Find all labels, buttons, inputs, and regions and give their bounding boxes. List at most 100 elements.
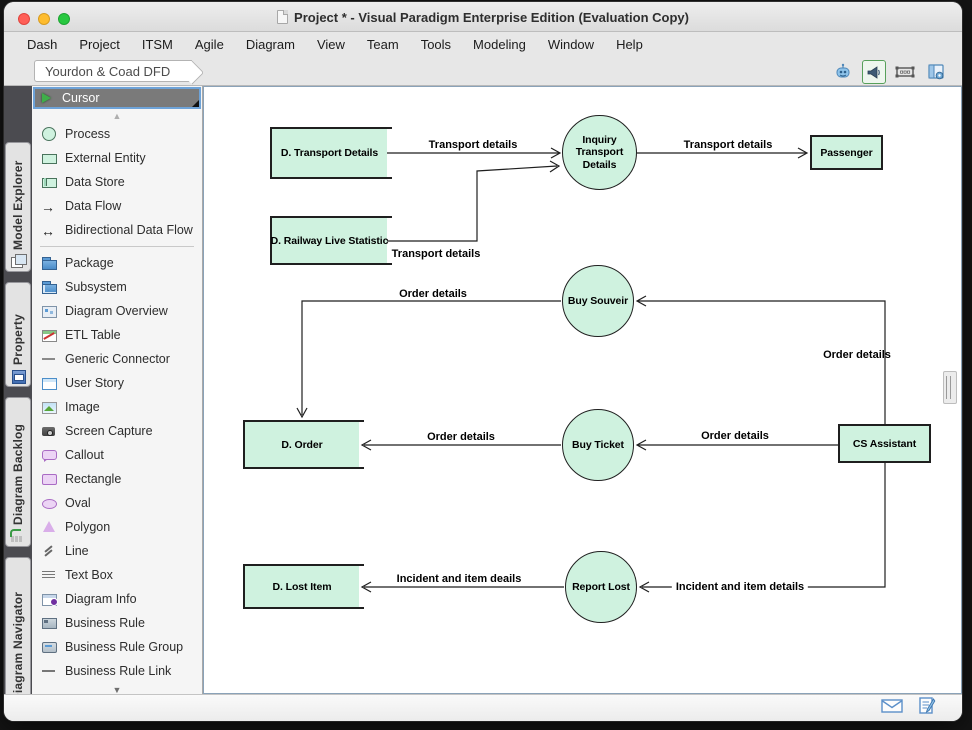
announcement-icon[interactable] <box>862 60 886 84</box>
menu-agile[interactable]: Agile <box>184 37 235 52</box>
palette-item-polygon[interactable]: Polygon <box>32 515 202 539</box>
menu-diagram[interactable]: Diagram <box>235 37 306 52</box>
palette-item-diagram-overview[interactable]: Diagram Overview <box>32 299 202 323</box>
side-tab-diagram-backlog[interactable]: Diagram Backlog <box>5 397 31 547</box>
palette-item-label: User Story <box>65 376 124 390</box>
flow-cs-to-buy-souveir[interactable] <box>638 301 885 424</box>
palette-item-label: Generic Connector <box>65 352 170 366</box>
flow-label-order-details-2[interactable]: Order details <box>823 349 891 361</box>
palette-item-subsystem[interactable]: Subsystem <box>32 275 202 299</box>
palette-item-label: Data Flow <box>65 199 121 213</box>
compose-icon[interactable] <box>918 696 936 721</box>
side-tab-property[interactable]: Property <box>5 282 31 387</box>
menu-project[interactable]: Project <box>68 37 130 52</box>
data-flow-icon <box>41 199 58 213</box>
palette-item-image[interactable]: Image <box>32 395 202 419</box>
palette-item-diagram-info[interactable]: Diagram Info <box>32 587 202 611</box>
flow-buy-souveir-to-order-store[interactable] <box>302 301 561 415</box>
flow-label-transport-details-1[interactable]: Transport details <box>429 139 518 151</box>
side-tab-model-explorer[interactable]: Model Explorer <box>5 142 31 272</box>
flow-label-order-details-1[interactable]: Order details <box>399 288 467 300</box>
data-store-order[interactable]: D. Order <box>243 420 359 469</box>
palette-item-label: Package <box>65 256 114 270</box>
palette-item-business-rule-link[interactable]: Business Rule Link <box>32 659 202 683</box>
palette-item-text-box[interactable]: Text Box <box>32 563 202 587</box>
flow-label-transport-details-3[interactable]: Transport details <box>684 139 773 151</box>
cursor-icon <box>41 92 54 104</box>
flow-label-order-details-3[interactable]: Order details <box>427 431 495 443</box>
palette-item-line[interactable]: Line <box>32 539 202 563</box>
palette-item-generic-connector[interactable]: Generic Connector <box>32 347 202 371</box>
callout-icon <box>41 448 58 462</box>
process-inquiry-transport-details[interactable]: Inquiry Transport Details <box>562 115 637 190</box>
mail-icon[interactable] <box>880 698 904 719</box>
data-store-lost-item[interactable]: D. Lost Item <box>243 564 359 609</box>
process-buy-souveir[interactable]: Buy Souveir <box>562 265 634 337</box>
etl-table-icon <box>41 328 58 342</box>
menu-tools[interactable]: Tools <box>410 37 462 52</box>
flow-label-incident-details-2[interactable]: Incident and item deails <box>397 573 522 585</box>
main-area: Model Explorer Property Diagram Backlog Dia… <box>4 86 962 694</box>
palette-scroll-down-icon[interactable]: ▼ <box>32 683 202 694</box>
menu-team[interactable]: Team <box>356 37 410 52</box>
palette-item-user-story[interactable]: User Story <box>32 371 202 395</box>
side-tab-label: Property <box>11 289 25 365</box>
diagram-canvas[interactable]: D. Transport Details D. Railway Live Sta… <box>203 86 962 694</box>
palette-item-bidirectional-data-flow[interactable]: Bidirectional Data Flow <box>32 218 202 242</box>
breadcrumb[interactable]: Yourdon & Coad DFD <box>34 60 192 82</box>
palette-item-process[interactable]: Process <box>32 122 202 146</box>
palette-item-label: Diagram Overview <box>65 304 168 318</box>
palette-item-business-rule-group[interactable]: Business Rule Group <box>32 635 202 659</box>
panel-collapse-grip[interactable] <box>943 371 957 404</box>
external-entity-icon <box>41 151 58 165</box>
flow-label-order-details-4[interactable]: Order details <box>701 430 769 442</box>
external-entity-passenger[interactable]: Passenger <box>810 135 883 170</box>
menu-modeling[interactable]: Modeling <box>462 37 537 52</box>
flow-label-transport-details-2[interactable]: Transport details <box>392 248 481 260</box>
palette-item-etl-table[interactable]: ETL Table <box>32 323 202 347</box>
palette-item-label: Image <box>65 400 100 414</box>
fit-to-window-icon[interactable] <box>893 60 917 84</box>
business-rule-group-icon <box>41 640 58 654</box>
document-icon <box>277 10 288 24</box>
ai-assistant-icon[interactable] <box>831 60 855 84</box>
palette-divider <box>40 246 194 247</box>
palette-item-label: Line <box>65 544 89 558</box>
palette-item-rectangle[interactable]: Rectangle <box>32 467 202 491</box>
palette-item-package[interactable]: Package <box>32 251 202 275</box>
palette-item-callout[interactable]: Callout <box>32 443 202 467</box>
palette-item-external-entity[interactable]: External Entity <box>32 146 202 170</box>
palette-item-label: Rectangle <box>65 472 121 486</box>
cursor-tool[interactable]: Cursor <box>33 87 201 109</box>
menu-itsm[interactable]: ITSM <box>131 37 184 52</box>
palette-scroll-up-icon[interactable]: ▲ <box>32 109 202 122</box>
panel-settings-icon[interactable] <box>924 60 948 84</box>
data-store-railway-live-statistic[interactable]: D. Railway Live Statistic <box>270 216 387 265</box>
app-window: Project * - Visual Paradigm Enterprise E… <box>4 2 962 721</box>
data-store-icon <box>41 175 58 189</box>
process-report-lost[interactable]: Report Lost <box>565 551 637 623</box>
palette-item-oval[interactable]: Oval <box>32 491 202 515</box>
palette-item-label: ETL Table <box>65 328 121 342</box>
menu-window[interactable]: Window <box>537 37 605 52</box>
process-buy-ticket[interactable]: Buy Ticket <box>562 409 634 481</box>
palette-item-screen-capture[interactable]: Screen Capture <box>32 419 202 443</box>
title-bar: Project * - Visual Paradigm Enterprise E… <box>4 2 962 32</box>
toolbar: Yourdon & Coad DFD <box>4 57 962 86</box>
data-store-transport-details[interactable]: D. Transport Details <box>270 127 387 179</box>
palette-item-label: Data Store <box>65 175 125 189</box>
menu-dash[interactable]: Dash <box>16 37 68 52</box>
flow-label-incident-details-1[interactable]: Incident and item details <box>672 581 808 593</box>
palette-item-data-flow[interactable]: Data Flow <box>32 194 202 218</box>
external-entity-cs-assistant[interactable]: CS Assistant <box>838 424 931 463</box>
flow-railway-store-to-inquiry[interactable] <box>387 166 557 241</box>
flow-cs-to-report-lost[interactable] <box>642 463 885 587</box>
menu-help[interactable]: Help <box>605 37 654 52</box>
business-rule-link-icon <box>41 664 58 678</box>
menu-view[interactable]: View <box>306 37 356 52</box>
rectangle-icon <box>41 472 58 486</box>
palette-item-label: Subsystem <box>65 280 127 294</box>
palette-item-data-store[interactable]: Data Store <box>32 170 202 194</box>
side-tab-strip: Model ExplorerPropertyDiagram BacklogDia… <box>4 86 32 694</box>
palette-item-business-rule[interactable]: Business Rule <box>32 611 202 635</box>
